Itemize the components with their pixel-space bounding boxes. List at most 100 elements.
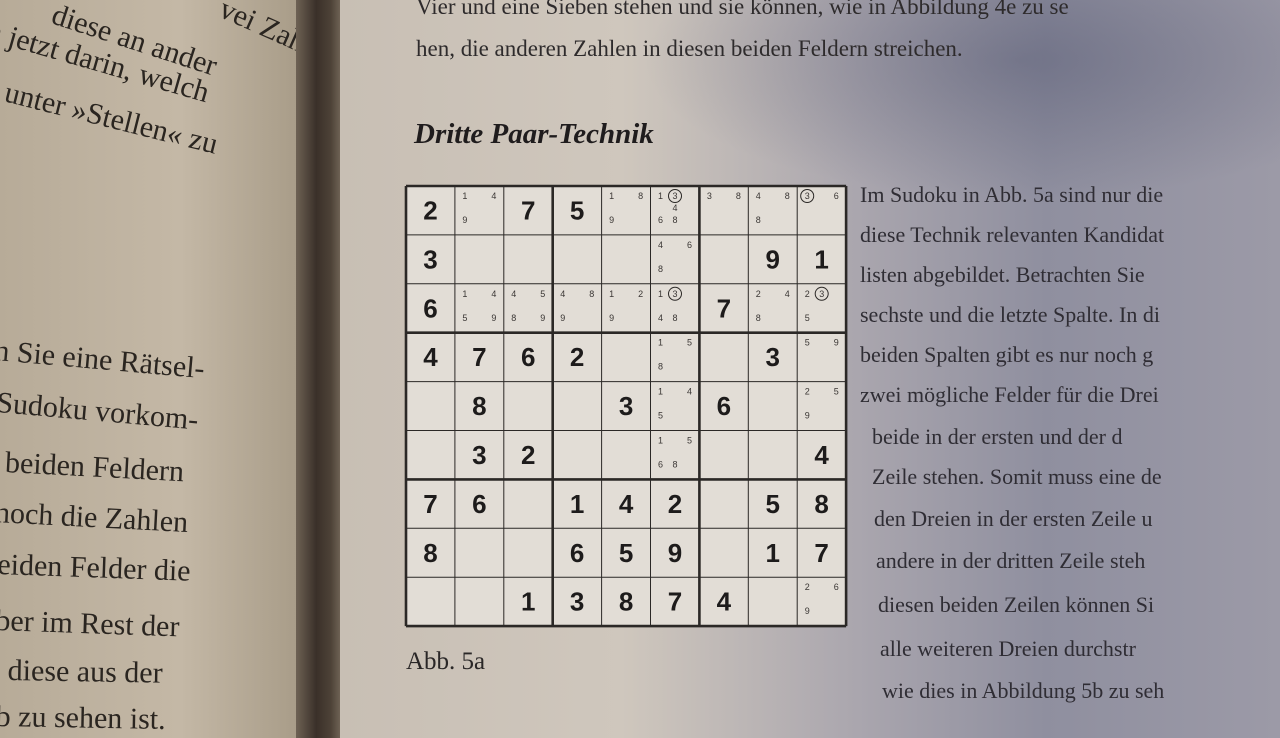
- sudoku-candidate-digit: 1: [658, 387, 663, 397]
- sudoku-given-digit: 7: [472, 342, 486, 372]
- sudoku-candidate-digit: 4: [511, 289, 516, 299]
- paragraph-line: den Dreien in der ersten Zeile u: [874, 506, 1153, 531]
- sudoku-candidate-digit: 9: [834, 338, 839, 348]
- sudoku-candidate-digit: 5: [687, 436, 692, 446]
- sudoku-given-digit: 4: [717, 587, 732, 617]
- sudoku-given-digit: 8: [472, 391, 486, 421]
- sudoku-given-digit: 6: [472, 489, 486, 519]
- sudoku-candidate-digit: 1: [658, 191, 663, 201]
- paragraph-line: zwei mögliche Felder für die Drei: [860, 382, 1159, 407]
- sudoku-given-digit: 3: [766, 342, 780, 372]
- paragraph-line: alle weiteren Dreien durchstr: [880, 636, 1136, 661]
- sudoku-candidate-digit: 8: [756, 215, 761, 225]
- sudoku-given-digit: 3: [570, 587, 584, 617]
- left-page-line: Sudoku vorkom-: [0, 386, 200, 437]
- sudoku-candidate-digit: 4: [560, 289, 565, 299]
- sudoku-given-digit: 4: [814, 440, 829, 470]
- sudoku-candidate-digit: 8: [785, 191, 790, 201]
- sudoku-candidate-digit: 1: [462, 191, 467, 201]
- sudoku-given-digit: 7: [423, 489, 437, 519]
- paragraph-line: Vier und eine Sieben stehen und sie könn…: [416, 0, 1069, 19]
- sudoku-candidate-digit: 8: [672, 313, 677, 323]
- paragraph-line: Zeile stehen. Somit muss eine de: [872, 464, 1162, 489]
- paragraph-line: wie dies in Abbildung 5b zu seh: [882, 678, 1165, 703]
- left-page-line: ber im Rest der: [0, 604, 181, 644]
- sudoku-given-digit: 7: [717, 293, 731, 323]
- left-page-line: beiden Feldern: [4, 446, 185, 489]
- sudoku-candidate-digit: 4: [756, 191, 761, 201]
- sudoku-given-digit: 7: [814, 538, 828, 568]
- figure-caption: Abb. 5a: [406, 648, 486, 675]
- sudoku-candidate-digit: 6: [834, 191, 839, 201]
- sudoku-given-digit: 1: [521, 587, 535, 617]
- sudoku-given-digit: 1: [766, 538, 780, 568]
- sudoku-candidate-digit: 9: [540, 313, 545, 323]
- sudoku-candidate-digit: 2: [805, 289, 810, 299]
- left-page-line: eiden Felder die: [0, 548, 192, 588]
- paragraph-line: beiden Spalten gibt es nur noch g: [860, 342, 1154, 367]
- sudoku-given-digit: 4: [619, 489, 634, 519]
- sudoku-candidate-digit: 9: [609, 313, 614, 323]
- sudoku-given-digit: 2: [521, 440, 535, 470]
- sudoku-candidate-digit: 3: [819, 289, 824, 299]
- sudoku-candidate-digit: 1: [609, 191, 614, 201]
- sudoku-candidate-digit: 2: [638, 289, 643, 299]
- sudoku-given-digit: 5: [766, 489, 780, 519]
- sudoku-candidate-digit: 8: [736, 191, 741, 201]
- sudoku-given-digit: 6: [570, 538, 584, 568]
- sudoku-candidate-digit: 8: [658, 264, 663, 274]
- sudoku-candidate-digit: 8: [756, 313, 761, 323]
- paragraph-line: Im Sudoku in Abb. 5a sind nur die: [860, 182, 1164, 207]
- sudoku-candidate-digit: 8: [658, 362, 663, 372]
- paragraph-line: sechste und die letzte Spalte. In di: [860, 302, 1160, 327]
- sudoku-candidate-digit: 1: [462, 289, 467, 299]
- sudoku-candidate-digit: 9: [609, 215, 614, 225]
- left-page-line: n Sie eine Rätsel-: [0, 334, 206, 386]
- sudoku-given-digit: 2: [423, 195, 437, 225]
- sudoku-candidate-digit: 5: [687, 338, 692, 348]
- left-page: vei Zah diese an ander h jetzt darin, we…: [0, 0, 300, 738]
- paragraph-line: andere in der dritten Zeile steh: [876, 548, 1146, 573]
- sudoku-candidate-digit: 3: [805, 191, 810, 201]
- sudoku-grid: 2 7 53 9 16 74 7 6 2 38 3 63 2 47 6 1 4 2 5 88 6 5 9 1 71 3 8 7 41 49…: [404, 184, 848, 628]
- left-page-line: vei Zah: [214, 0, 300, 60]
- sudoku-given-digit: 2: [570, 342, 584, 372]
- sudoku-given-digit: 3: [472, 440, 486, 470]
- sudoku-candidate-digit: 4: [491, 191, 496, 201]
- sudoku-given-digit: 6: [423, 293, 437, 323]
- sudoku-given-digit: 2: [668, 489, 682, 519]
- sudoku-candidate-digit: 8: [589, 289, 594, 299]
- sudoku-candidate-digit: 6: [687, 240, 692, 250]
- sudoku-candidate-digit: 3: [672, 289, 677, 299]
- sudoku-candidate-digit: 5: [658, 411, 663, 421]
- sudoku-given-digit: 9: [766, 244, 780, 274]
- sudoku-given-digit: 3: [619, 391, 633, 421]
- sudoku-candidate-digit: 4: [687, 387, 692, 397]
- left-page-line: noch die Zahlen: [0, 496, 190, 540]
- sudoku-candidate-digit: 4: [672, 203, 677, 213]
- sudoku-candidate-digit: 4: [658, 240, 663, 250]
- paragraph-line: beide in der ersten und der d: [872, 424, 1123, 449]
- sudoku-candidate-digit: 2: [805, 582, 810, 592]
- sudoku-candidate-digit: 9: [560, 313, 565, 323]
- section-heading: Dritte Paar-Technik: [414, 118, 654, 150]
- left-page-line: b zu sehen ist.: [0, 700, 166, 736]
- sudoku-given-digit: 8: [814, 489, 828, 519]
- sudoku-given-digit: 3: [423, 244, 437, 274]
- sudoku-given-digit: 9: [668, 538, 682, 568]
- sudoku-given-digit: 4: [423, 342, 438, 372]
- sudoku-candidate-digit: 9: [491, 313, 496, 323]
- sudoku-candidate-digit: 3: [707, 191, 712, 201]
- sudoku-given-digit: 7: [521, 195, 535, 225]
- sudoku-given-digit: 7: [668, 587, 682, 617]
- sudoku-given-digit: 6: [521, 342, 535, 372]
- sudoku-candidate-digit: 4: [491, 289, 496, 299]
- sudoku-candidate-digit: 9: [805, 411, 810, 421]
- sudoku-candidate-digit: 8: [511, 313, 516, 323]
- sudoku-candidate-digit: 1: [609, 289, 614, 299]
- sudoku-candidate-digit: 5: [834, 387, 839, 397]
- left-page-line: diese aus der: [7, 654, 163, 690]
- sudoku-given-digit: 1: [814, 244, 828, 274]
- sudoku-candidate-digit: 6: [658, 460, 663, 470]
- sudoku-candidate-digit: 4: [785, 289, 790, 299]
